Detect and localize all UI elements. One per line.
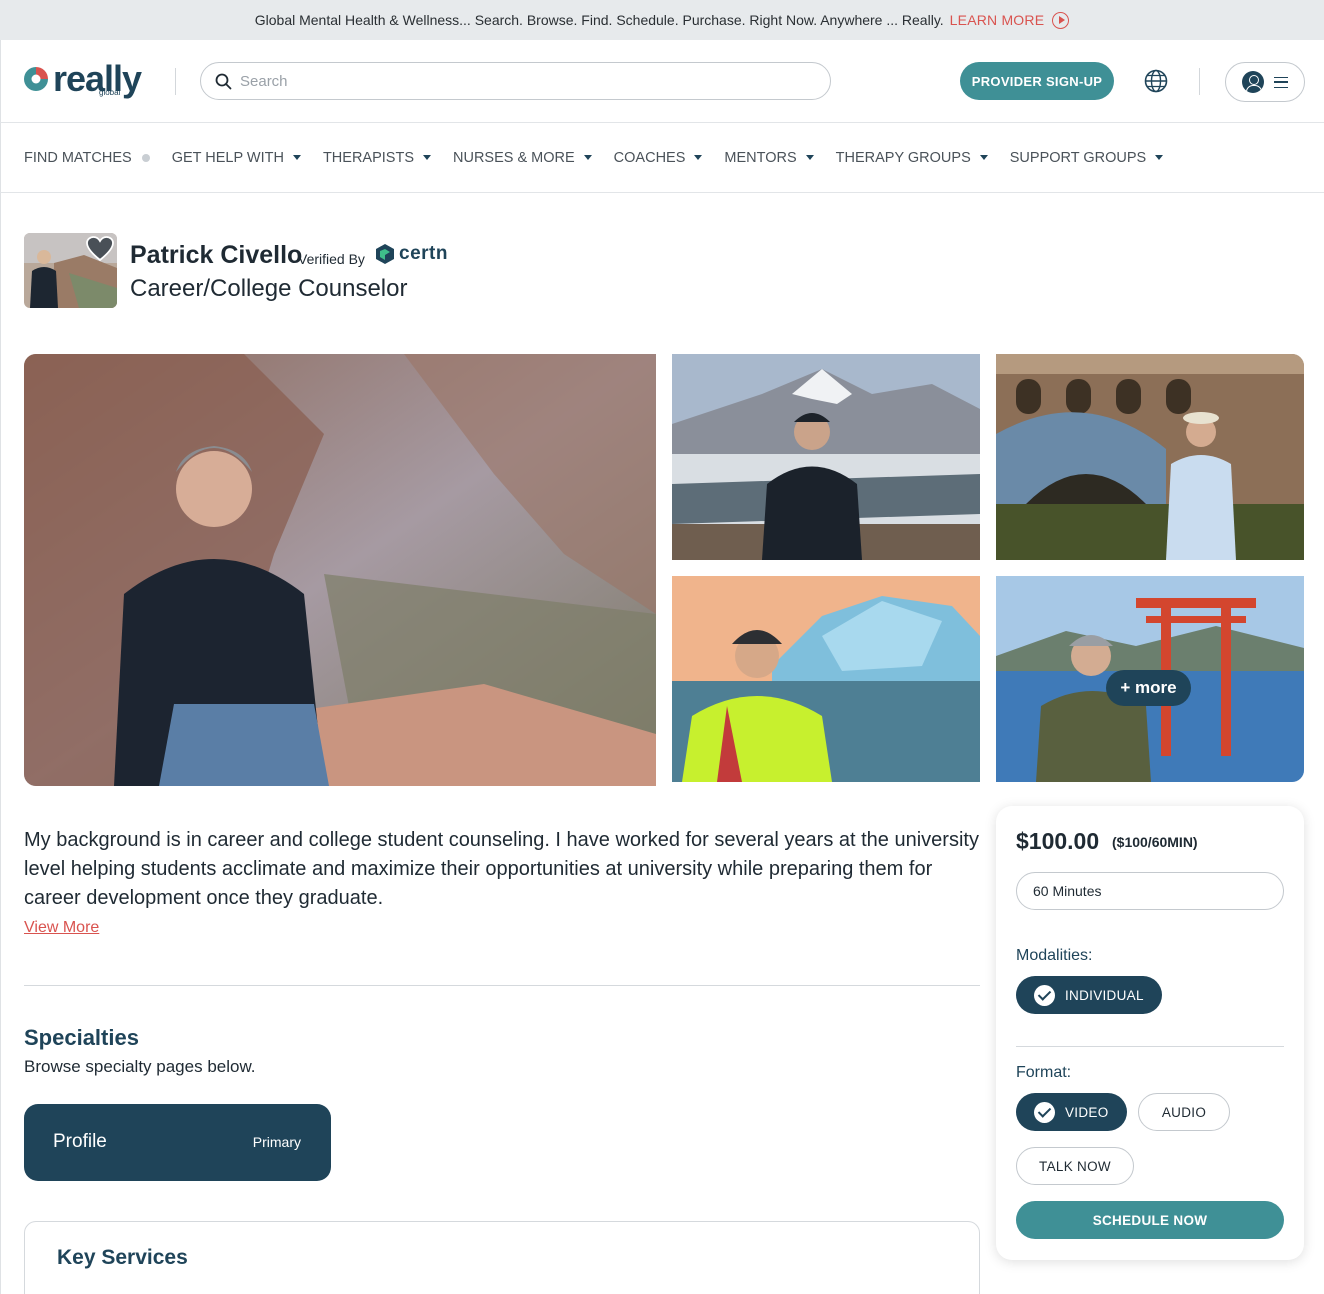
nav-support-groups[interactable]: SUPPORT GROUPS xyxy=(1009,149,1164,166)
learn-more-link[interactable]: LEARN MORE xyxy=(950,12,1045,28)
check-circle-icon xyxy=(1034,1101,1055,1123)
key-services-card: Key Services xyxy=(24,1221,980,1294)
certn-badge: certn xyxy=(374,241,448,267)
play-circle-icon[interactable] xyxy=(1052,11,1070,29)
site-header: really global PROVIDER SIGN-UP xyxy=(0,40,1324,123)
dot-icon xyxy=(141,153,150,162)
caret-down-icon xyxy=(423,155,431,160)
specialties-subtitle: Browse specialty pages below. xyxy=(24,1057,256,1076)
format-talk-now-toggle[interactable]: TALK NOW xyxy=(1016,1147,1134,1185)
divider xyxy=(175,68,176,95)
gallery-photo-main[interactable] xyxy=(24,354,656,786)
modality-individual-toggle[interactable]: INDIVIDUAL xyxy=(1016,976,1162,1014)
booking-panel: $100.00 ($100/60MIN) 60 Minutes Modaliti… xyxy=(996,806,1304,1260)
price-detail: ($100/60MIN) xyxy=(1112,834,1198,850)
user-icon xyxy=(1242,71,1264,93)
modalities-label: Modalities: xyxy=(1016,947,1093,964)
logo-wordmark: really xyxy=(53,58,142,99)
banner-text: Global Mental Health & Wellness... Searc… xyxy=(254,12,944,28)
caret-down-icon xyxy=(1155,155,1164,160)
caret-down-icon xyxy=(694,155,703,160)
nav-label: FIND MATCHES xyxy=(24,149,132,166)
divider xyxy=(1199,68,1200,95)
logo-mark-icon xyxy=(24,67,48,91)
session-price: $100.00 xyxy=(1016,828,1100,854)
divider xyxy=(1016,1046,1284,1047)
category-nav: FIND MATCHES GET HELP WITH THERAPISTS NU… xyxy=(0,123,1324,193)
nav-mentors[interactable]: MENTORS xyxy=(724,149,814,166)
hamburger-menu-icon xyxy=(1274,76,1288,88)
caret-down-icon xyxy=(805,155,814,160)
duration-select[interactable]: 60 Minutes xyxy=(1016,872,1284,910)
nav-label: NURSES & MORE xyxy=(453,149,575,166)
more-photos-button[interactable]: + more xyxy=(1106,670,1191,706)
heart-icon[interactable] xyxy=(86,236,114,262)
specialties-heading: Specialties xyxy=(24,1025,139,1050)
specialty-card[interactable]: Profile Primary xyxy=(24,1104,331,1181)
top-banner: Global Mental Health & Wellness... Searc… xyxy=(0,0,1324,40)
provider-bio: My background is in career and college s… xyxy=(24,829,979,909)
gallery-photo[interactable] xyxy=(672,354,980,560)
provider-signup-button[interactable]: PROVIDER SIGN-UP xyxy=(960,62,1114,100)
nav-label: COACHES xyxy=(613,149,686,166)
specialty-label: Profile xyxy=(53,1131,107,1152)
key-services-heading: Key Services xyxy=(57,1246,188,1269)
nav-label: THERAPISTS xyxy=(322,149,414,166)
user-menu-button[interactable] xyxy=(1225,62,1305,102)
caret-down-icon xyxy=(979,155,988,160)
nav-therapists[interactable]: THERAPISTS xyxy=(323,150,431,166)
nav-label: MENTORS xyxy=(724,149,797,166)
caret-down-icon xyxy=(583,155,592,160)
nav-nurses-more[interactable]: NURSES & MORE xyxy=(453,150,592,166)
provider-name: Patrick Civello xyxy=(130,241,303,269)
page-edge xyxy=(0,193,1,1294)
nav-therapy-groups[interactable]: THERAPY GROUPS xyxy=(836,150,988,166)
search-bar[interactable] xyxy=(200,62,831,100)
nav-label: SUPPORT GROUPS xyxy=(1009,149,1147,166)
search-input[interactable] xyxy=(240,72,800,90)
nav-get-help-with[interactable]: GET HELP WITH xyxy=(172,150,301,166)
logo[interactable]: really global xyxy=(23,58,143,102)
verified-by-label: Verified By xyxy=(298,251,365,267)
certn-logo-icon xyxy=(376,244,394,264)
duration-value: 60 Minutes xyxy=(1033,883,1102,899)
nav-label: THERAPY GROUPS xyxy=(835,149,971,166)
schedule-now-button[interactable]: SCHEDULE NOW xyxy=(1016,1201,1284,1239)
check-circle-icon xyxy=(1034,984,1055,1006)
nav-coaches[interactable]: COACHES xyxy=(614,150,703,166)
divider xyxy=(24,985,980,986)
globe-icon[interactable] xyxy=(1144,69,1168,93)
provider-title: Career/College Counselor xyxy=(130,275,408,302)
modality-label: INDIVIDUAL xyxy=(1065,987,1144,1003)
primary-tag: Primary xyxy=(252,1134,301,1150)
view-more-link[interactable]: View More xyxy=(24,919,99,937)
format-label-text: VIDEO xyxy=(1065,1104,1109,1120)
caret-down-icon xyxy=(292,155,301,160)
format-label-text: AUDIO xyxy=(1161,1104,1207,1120)
search-icon xyxy=(215,73,232,89)
format-audio-toggle[interactable]: AUDIO xyxy=(1138,1093,1230,1131)
format-label-text: TALK NOW xyxy=(1039,1158,1111,1174)
profile-avatar[interactable] xyxy=(24,233,117,308)
format-label: Format: xyxy=(1016,1064,1072,1081)
logo-subtext: global xyxy=(99,88,121,97)
certn-wordmark: certn xyxy=(399,243,448,264)
gallery-photo[interactable] xyxy=(672,576,980,782)
nav-find-matches[interactable]: FIND MATCHES xyxy=(24,150,150,166)
format-video-toggle[interactable]: VIDEO xyxy=(1016,1093,1127,1131)
nav-label: GET HELP WITH xyxy=(171,149,284,166)
gallery-photo[interactable] xyxy=(996,354,1304,560)
